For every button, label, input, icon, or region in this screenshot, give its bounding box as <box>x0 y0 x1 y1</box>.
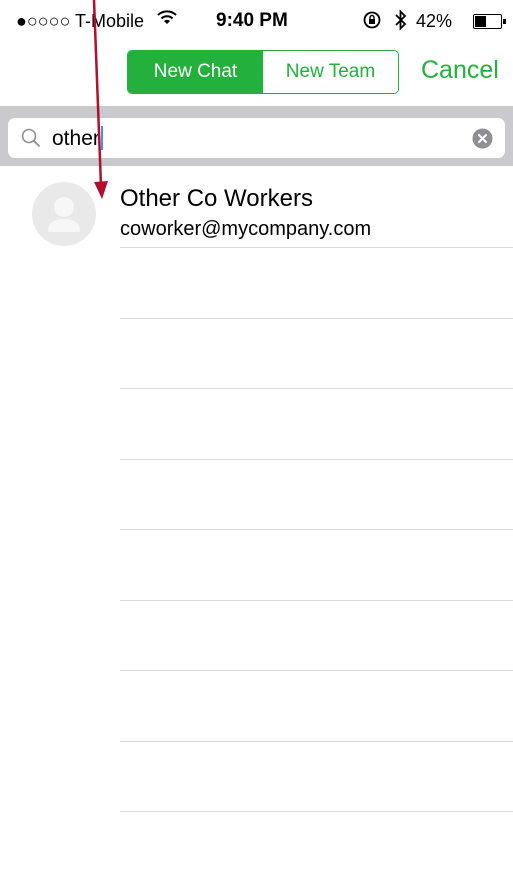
row-separator <box>120 811 513 812</box>
row-separator <box>120 247 513 248</box>
status-bar: ●○○○○ T-Mobile 9:40 PM 42% <box>0 0 513 40</box>
row-separator <box>120 741 513 742</box>
nav-bar: New Chat New Team Cancel <box>0 40 513 106</box>
row-separator <box>120 318 513 319</box>
search-input[interactable]: other <box>52 126 103 151</box>
search-input-value: other <box>52 127 100 150</box>
text-caret <box>100 126 103 150</box>
bluetooth-icon <box>394 9 408 36</box>
wifi-icon <box>156 8 178 32</box>
row-separator <box>120 670 513 671</box>
search-bar: other <box>0 106 513 166</box>
avatar <box>32 182 96 246</box>
search-icon <box>20 127 42 149</box>
row-separator <box>120 600 513 601</box>
orientation-lock-icon <box>362 10 382 35</box>
battery-percent: 42% <box>416 11 453 31</box>
new-team-segment[interactable]: New Team <box>263 51 398 93</box>
carrier-label: ●○○○○ T-Mobile <box>16 11 145 31</box>
chat-type-segmented-control: New Chat New Team <box>127 50 399 94</box>
contact-email: coworker@mycompany.com <box>120 218 372 240</box>
status-time: 9:40 PM <box>216 10 288 31</box>
contact-name: Other Co Workers <box>120 185 313 212</box>
row-separator <box>120 459 513 460</box>
contact-result-row[interactable]: Other Co Workers coworker@mycompany.com <box>0 176 513 248</box>
row-separator <box>120 388 513 389</box>
row-separator <box>120 529 513 530</box>
new-chat-segment[interactable]: New Chat <box>128 51 263 93</box>
clear-search-icon[interactable] <box>472 128 493 149</box>
search-field[interactable]: other <box>8 118 505 158</box>
battery-icon <box>473 14 506 29</box>
cancel-button[interactable]: Cancel <box>421 56 499 85</box>
